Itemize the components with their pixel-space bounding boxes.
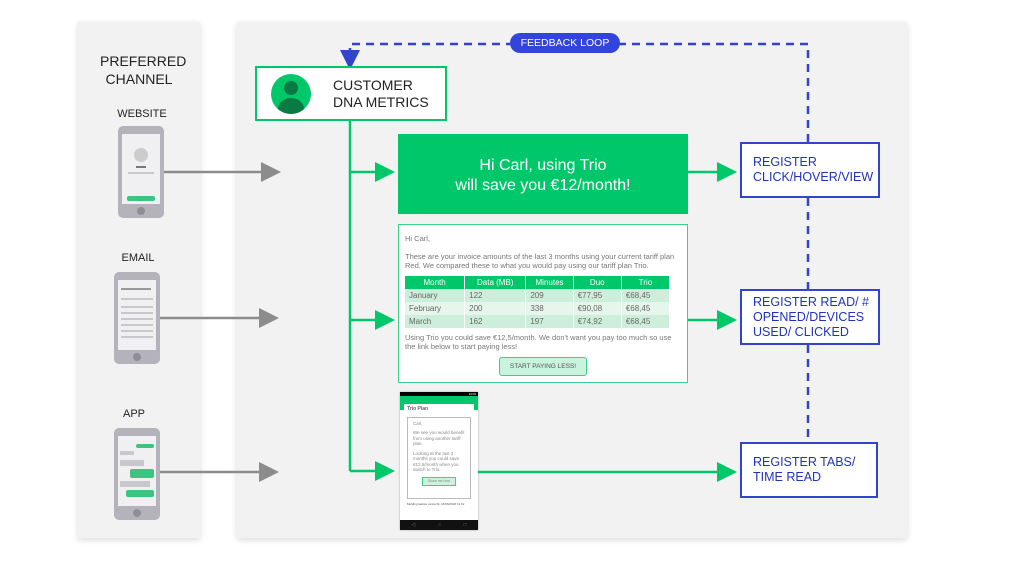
email-intro: These are your invoice amounts of the la… [405,252,675,270]
email-phone [114,272,160,364]
avatar-icon [271,73,311,114]
invoice-table: Month Data (MB) Minutes Duo Trio January 122 2… [405,276,671,328]
register-box-app: REGISTER TABS/ TIME READ [740,442,878,498]
register-label: REGISTER CLICK/HOVER/VIEW [753,155,874,184]
app-phone [114,428,160,520]
feedback-loop-badge: FEEDBACK LOOP [510,33,620,53]
website-banner: Hi Carl, using Trio will save you €12/mo… [398,134,688,214]
app-preview: 13:00 Trio Plan Carl, We see you would b… [400,392,478,530]
android-nav-bar: ◁ ○ □ [400,520,478,530]
app-paragraph-2: Looking at the last 3 months you could s… [413,450,460,473]
show-me-how-button[interactable]: Show me how [422,476,456,486]
banner-line-2: will save you €12/month! [455,177,631,194]
channel-title: PREFERRED CHANNEL [100,53,187,87]
app-paragraph-1: We see you would benefit from using anot… [413,430,465,446]
gray-arrows [160,162,281,482]
channel-website-label: WEBSITE [117,108,167,120]
table-row: January 122 209 €77,95 €68,45 [405,289,671,302]
register-box-email: REGISTER READ/ # OPENED/DEVICES USED/ CL… [740,289,880,345]
website-phone [118,126,164,218]
email-greeting: Hi Carl, [405,234,431,243]
register-label: REGISTER READ/ # OPENED/DEVICES USED/ CL… [753,294,869,339]
app-footer: Melding laatste verkocht: 18/06/2018 13:… [407,501,465,506]
app-title: Trio Plan [407,406,429,412]
register-box-website: REGISTER CLICK/HOVER/VIEW [740,142,880,198]
channel-email-label: EMAIL [121,252,155,264]
email-outro: Using Trio you could save €12,5/month. W… [405,333,672,351]
email-preview: Hi Carl, These are your invoice amounts … [398,224,688,383]
dna-title: CUSTOMER DNA METRICS [333,76,429,110]
table-row: February 200 338 €90,08 €68,45 [405,302,671,315]
banner-line-1: Hi Carl, using Trio [479,157,607,174]
channel-app-label: APP [122,408,145,420]
table-row: March 162 197 €74,92 €68,45 [405,315,671,328]
app-greeting: Carl, [413,420,423,426]
register-label: REGISTER TABS/ TIME READ [753,455,856,484]
start-paying-less-button[interactable]: START PAYING LESS! [498,357,588,376]
customer-dna-box: CUSTOMER DNA METRICS [255,66,447,121]
